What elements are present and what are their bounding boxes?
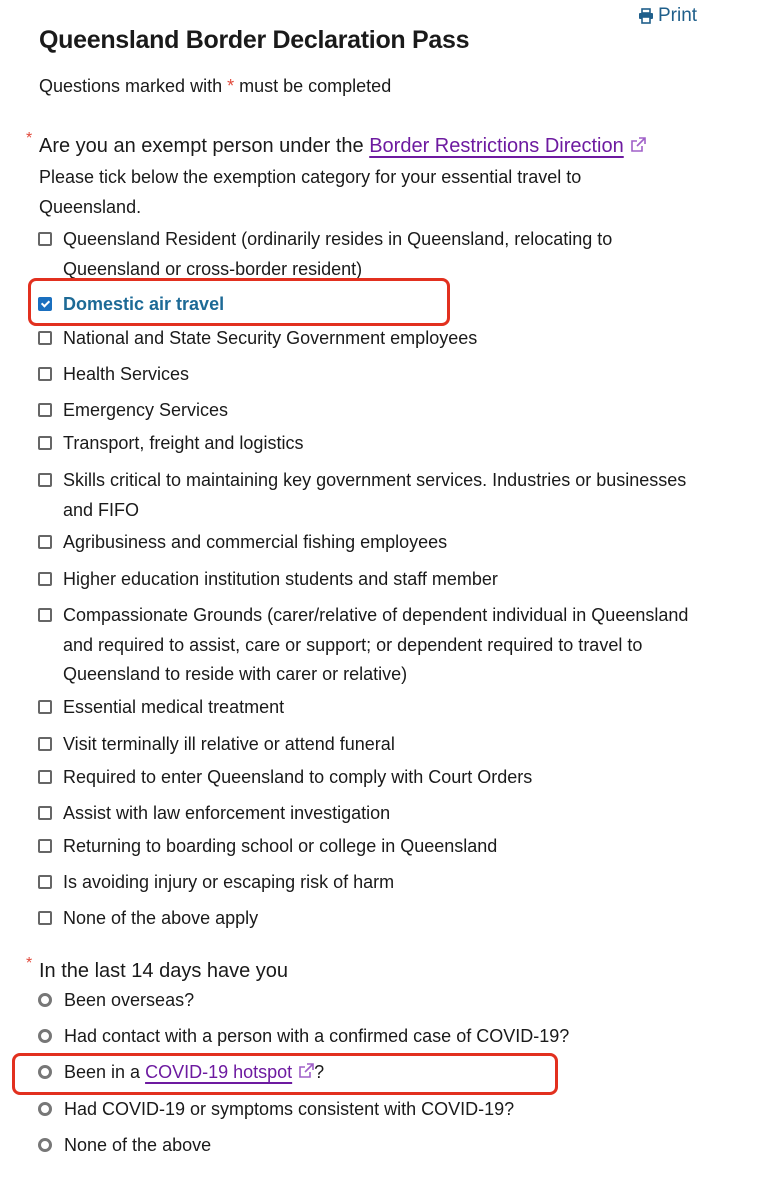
option-label: Queensland Resident (ordinarily resides … xyxy=(63,229,613,279)
checkbox[interactable] xyxy=(38,436,52,450)
checkbox[interactable] xyxy=(38,875,52,889)
printer-icon xyxy=(639,8,653,24)
radio-button[interactable] xyxy=(38,1102,52,1116)
option-label: Compassionate Grounds (carer/relative of… xyxy=(63,605,689,684)
radio-button[interactable] xyxy=(38,1029,52,1043)
travel-history-option[interactable]: Had contact with a person with a confirm… xyxy=(38,1022,698,1052)
border-restrictions-link[interactable]: Border Restrictions Direction xyxy=(369,135,624,157)
checkbox[interactable] xyxy=(38,700,52,714)
checkbox[interactable] xyxy=(38,367,52,381)
checkbox[interactable] xyxy=(38,839,52,853)
exemption-option[interactable]: None of the above apply xyxy=(38,904,698,934)
radio-button[interactable] xyxy=(38,1138,52,1152)
option-label: Been overseas? xyxy=(64,990,195,1010)
checkbox[interactable] xyxy=(38,737,52,751)
option-label: None of the above xyxy=(64,1135,212,1155)
exemption-option[interactable]: Agribusiness and commercial fishing empl… xyxy=(38,528,698,558)
option-label: Health Services xyxy=(63,364,190,384)
travel-history-option[interactable]: Been overseas? xyxy=(38,986,698,1016)
checkbox[interactable] xyxy=(38,473,52,487)
question-exempt: Are you an exempt person under the Borde… xyxy=(39,131,646,161)
question-description: Please tick below the exemption category… xyxy=(39,167,582,217)
option-label: Essential medical treatment xyxy=(63,697,285,717)
question-last-14-days: In the last 14 days have you xyxy=(39,960,289,982)
option-label: Assist with law enforcement investigatio… xyxy=(63,803,391,823)
option-label: Visit terminally ill relative or attend … xyxy=(63,734,395,754)
page-title: Queensland Border Declaration Pass xyxy=(39,26,470,54)
exemption-option[interactable]: Compassionate Grounds (carer/relative of… xyxy=(38,601,698,690)
option-label: Is avoiding injury or escaping risk of h… xyxy=(63,872,395,892)
exemption-option[interactable]: Health Services xyxy=(38,360,698,390)
option-label: Returning to boarding school or college … xyxy=(63,836,498,856)
checkbox[interactable] xyxy=(38,911,52,925)
option-label: Had contact with a person with a confirm… xyxy=(64,1026,570,1046)
exemption-option[interactable]: Higher education institution students an… xyxy=(38,565,698,595)
required-note: Questions marked with * must be complete… xyxy=(39,76,392,96)
option-label: Agribusiness and commercial fishing empl… xyxy=(63,532,448,552)
exemption-option[interactable]: National and State Security Government e… xyxy=(38,324,698,354)
exemption-option[interactable]: Queensland Resident (ordinarily resides … xyxy=(38,225,698,284)
exemption-option[interactable]: Skills critical to maintaining key gover… xyxy=(38,466,698,525)
radio-button[interactable] xyxy=(38,993,52,1007)
option-label: Transport, freight and logistics xyxy=(63,433,304,453)
exemption-option[interactable]: Required to enter Queensland to comply w… xyxy=(38,763,698,793)
exemption-option[interactable]: Emergency Services xyxy=(38,396,698,426)
exemption-option[interactable]: Assist with law enforcement investigatio… xyxy=(38,799,698,829)
checkbox[interactable] xyxy=(38,806,52,820)
option-label: National and State Security Government e… xyxy=(63,328,478,348)
option-label: Higher education institution students an… xyxy=(63,569,498,589)
checkbox[interactable] xyxy=(38,572,52,586)
checkbox[interactable] xyxy=(38,403,52,417)
highlight-box xyxy=(12,1053,558,1095)
travel-history-option[interactable]: None of the above xyxy=(38,1131,698,1161)
required-marker: * xyxy=(26,955,33,972)
print-label: Print xyxy=(658,5,698,26)
external-link-icon xyxy=(630,137,646,152)
option-label: Skills critical to maintaining key gover… xyxy=(63,470,687,520)
highlight-box xyxy=(28,278,450,326)
option-label: None of the above apply xyxy=(63,908,259,928)
travel-history-option[interactable]: Had COVID-19 or symptoms consistent with… xyxy=(38,1095,698,1125)
option-label: Emergency Services xyxy=(63,400,229,420)
exemption-option[interactable]: Essential medical treatment xyxy=(38,693,698,723)
checkbox[interactable] xyxy=(38,232,52,246)
exemption-option[interactable]: Is avoiding injury or escaping risk of h… xyxy=(38,868,698,898)
checkbox[interactable] xyxy=(38,770,52,784)
option-label: Required to enter Queensland to comply w… xyxy=(63,767,533,787)
checkbox[interactable] xyxy=(38,608,52,622)
checkbox[interactable] xyxy=(38,331,52,345)
exemption-option[interactable]: Transport, freight and logistics xyxy=(38,429,698,459)
exemption-option[interactable]: Returning to boarding school or college … xyxy=(38,832,698,862)
print-button[interactable]: Print xyxy=(638,5,697,27)
required-marker: * xyxy=(26,130,33,147)
exemption-option[interactable]: Visit terminally ill relative or attend … xyxy=(38,730,698,760)
option-label: Had COVID-19 or symptoms consistent with… xyxy=(64,1099,515,1119)
checkbox[interactable] xyxy=(38,535,52,549)
